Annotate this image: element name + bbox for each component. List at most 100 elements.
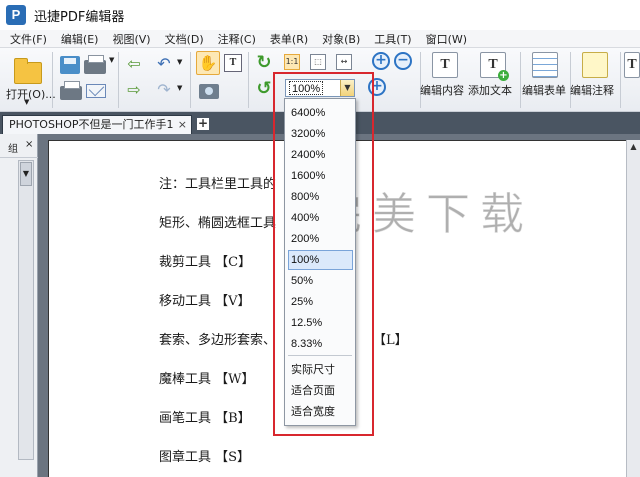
rotate-icon[interactable]: ↻ <box>255 54 273 72</box>
document-line: 矩形、椭圆选框工具 <box>159 216 277 231</box>
email-icon[interactable] <box>86 84 106 98</box>
zoom-in-icon[interactable]: + <box>372 52 390 70</box>
zoom-option[interactable]: 8.33% <box>288 334 353 354</box>
new-tab-button[interactable]: + <box>197 117 209 130</box>
hand-tool-icon[interactable]: ✋ <box>196 51 220 75</box>
chevron-down-icon[interactable]: ▼ <box>177 84 182 92</box>
document-tab[interactable]: PHOTOSHOP不但是一门工作手1 × <box>2 115 192 134</box>
toolbar-divider <box>620 52 621 108</box>
menu-tools[interactable]: 工具(T) <box>367 31 418 47</box>
chevron-down-icon: ▼ <box>24 98 30 106</box>
open-label: 打开(O)... <box>6 88 56 101</box>
zoom-option[interactable]: 25% <box>288 292 353 312</box>
annotation-icon <box>582 52 608 78</box>
close-icon[interactable]: × <box>178 116 187 134</box>
back-icon[interactable]: ⇦ <box>126 56 142 72</box>
edit-annotation-label: 编辑注释 <box>570 84 614 97</box>
redo-icon[interactable]: ↷ <box>156 82 172 98</box>
menu-file[interactable]: 文件(F) <box>0 31 54 47</box>
document-line: 移动工具 【V】 <box>159 294 251 309</box>
zoom-option[interactable]: 3200% <box>288 124 353 144</box>
zoom-option[interactable]: 400% <box>288 208 353 228</box>
vertical-scrollbar[interactable]: ▲ <box>626 140 640 477</box>
dropdown-divider <box>288 355 352 356</box>
document-line-fragment: 【L】 <box>373 333 408 348</box>
document-line: 画笔工具 【B】 <box>159 411 251 426</box>
add-text-icon: T <box>480 52 509 81</box>
toolbar-divider <box>520 52 521 108</box>
menu-edit[interactable]: 编辑(E) <box>54 31 106 47</box>
printer-icon[interactable] <box>84 55 106 74</box>
document-line: 裁剪工具 【C】 <box>159 255 252 270</box>
more-tools-icon[interactable]: T <box>624 52 640 78</box>
zoom-option[interactable]: 2400% <box>288 145 353 165</box>
menu-document[interactable]: 文档(D) <box>158 31 211 47</box>
zoom-option[interactable]: 800% <box>288 187 353 207</box>
zoom-level-value: 100% <box>286 81 324 95</box>
actual-size-icon[interactable]: 1:1 <box>284 54 300 70</box>
menu-form[interactable]: 表单(R) <box>263 31 315 47</box>
zoom-level-select[interactable]: 100% ▼ <box>285 79 355 97</box>
zoom-option[interactable]: 12.5% <box>288 313 353 333</box>
folder-icon <box>14 58 42 84</box>
side-panel-label: 组 <box>8 144 18 155</box>
menu-comment[interactable]: 注释(C) <box>211 31 263 47</box>
edit-form-icon <box>532 52 558 78</box>
zoom-add-icon[interactable]: + <box>368 78 386 96</box>
edit-content-icon: T <box>432 52 458 78</box>
zoom-option[interactable]: 50% <box>288 271 353 291</box>
save-icon[interactable] <box>60 56 80 74</box>
edit-annotation-button[interactable]: 编辑注释 <box>570 50 620 108</box>
print-icon[interactable] <box>60 81 82 100</box>
toolbar-divider <box>570 52 571 108</box>
app-logo: P <box>6 5 26 25</box>
document-line: 套索、多边形套索、 <box>159 333 277 348</box>
forward-icon[interactable]: ⇨ <box>126 82 142 98</box>
open-button[interactable]: 打开(O)... ▼ <box>6 52 56 108</box>
chevron-down-icon[interactable]: ▼ <box>20 162 32 186</box>
add-text-button[interactable]: T 添加文本 <box>468 50 518 108</box>
fit-width-icon[interactable]: ↔ <box>336 54 352 70</box>
menu-view[interactable]: 视图(V) <box>105 31 157 47</box>
fit-page-icon[interactable]: ⬚ <box>310 54 326 70</box>
close-icon[interactable]: × <box>25 139 33 150</box>
zoom-option-fit-width[interactable]: 适合宽度 <box>288 402 353 422</box>
document-line: 注：工具栏里工具的 <box>159 177 277 192</box>
edit-form-label: 编辑表单 <box>522 84 566 97</box>
zoom-option[interactable]: 1600% <box>288 166 353 186</box>
rotate-ccw-icon[interactable]: ↺ <box>255 80 273 98</box>
side-panel: 组 × ▼ <box>0 134 38 477</box>
toolbar-divider <box>190 52 191 108</box>
menu-bar: 文件(F) 编辑(E) 视图(V) 文档(D) 注释(C) 表单(R) 对象(B… <box>0 30 640 48</box>
edit-content-button[interactable]: T 编辑内容 <box>420 50 470 108</box>
snapshot-icon[interactable] <box>199 84 219 99</box>
menu-object[interactable]: 对象(B) <box>315 31 367 47</box>
toolbar-divider <box>248 52 249 108</box>
chevron-down-icon[interactable]: ▼ <box>340 80 354 96</box>
toolbar-divider <box>52 52 53 108</box>
side-panel-scrollbar[interactable]: ▼ <box>18 160 34 460</box>
side-panel-header: 组 × <box>0 134 38 158</box>
zoom-out-icon[interactable]: − <box>394 52 412 70</box>
edit-content-label: 编辑内容 <box>420 84 464 97</box>
zoom-option-fit-page[interactable]: 适合页面 <box>288 381 353 401</box>
zoom-option[interactable]: 200% <box>288 229 353 249</box>
toolbar-divider <box>118 52 119 108</box>
text-select-icon[interactable]: T <box>224 54 242 72</box>
document-line: 魔棒工具 【W】 <box>159 372 255 387</box>
zoom-option-actual-size[interactable]: 实际尺寸 <box>288 360 353 380</box>
app-title: 迅捷PDF编辑器 <box>34 9 125 25</box>
zoom-option[interactable]: 6400% <box>288 103 353 123</box>
toolbar-divider <box>420 52 421 108</box>
document-tab-label: PHOTOSHOP不但是一门工作手1 <box>9 118 174 131</box>
add-text-label: 添加文本 <box>468 84 512 97</box>
scroll-up-icon[interactable]: ▲ <box>628 141 639 153</box>
menu-window[interactable]: 窗口(W) <box>419 31 474 47</box>
zoom-option-selected[interactable]: 100% <box>288 250 353 270</box>
edit-form-button[interactable]: 编辑表单 <box>522 50 570 108</box>
document-line: 图章工具 【S】 <box>159 450 251 465</box>
undo-icon[interactable]: ↶ <box>156 56 172 72</box>
chevron-down-icon[interactable]: ▼ <box>177 58 182 66</box>
zoom-dropdown: 6400% 3200% 2400% 1600% 800% 400% 200% 1… <box>284 98 356 426</box>
chevron-down-icon[interactable]: ▼ <box>109 56 114 64</box>
